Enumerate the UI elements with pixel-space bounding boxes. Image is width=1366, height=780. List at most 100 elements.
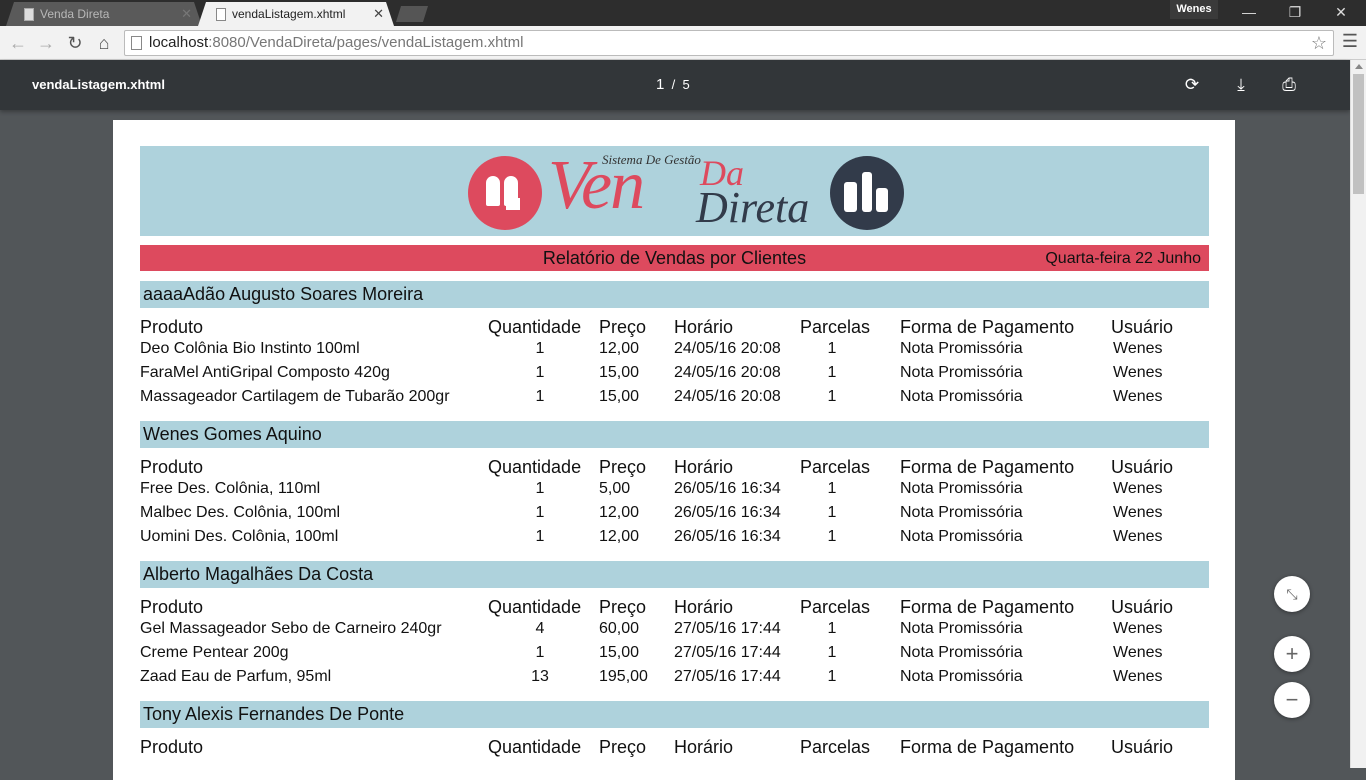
table-cell: Nota Promissória <box>900 340 1023 357</box>
page-icon <box>24 8 34 21</box>
client-name: Wenes Gomes Aquino <box>143 424 322 444</box>
bottles-icon <box>830 156 904 230</box>
url-text: localhost:8080/VendaDireta/pages/vendaLi… <box>149 34 524 51</box>
address-bar[interactable]: localhost:8080/VendaDireta/pages/vendaLi… <box>124 30 1334 56</box>
table-cell: 1 <box>535 364 545 381</box>
print-icon[interactable]: ⎙ <box>1277 73 1301 97</box>
close-icon[interactable]: ✕ <box>181 2 192 26</box>
column-header: Horário <box>674 317 734 337</box>
page-icon <box>131 36 142 50</box>
column-header: Forma de Pagamento <box>900 597 1075 617</box>
table-cell: 24/05/16 20:08 <box>674 364 781 381</box>
table-cell: 1 <box>535 644 545 661</box>
table-cell: 1 <box>827 620 837 637</box>
table-cell: Nota Promissória <box>900 388 1023 405</box>
reload-icon[interactable]: ↻ <box>63 31 87 55</box>
table-cell: 1 <box>535 388 545 405</box>
close-window-icon[interactable]: ✕ <box>1318 0 1364 26</box>
column-header: Quantidade <box>488 737 582 757</box>
rotate-icon[interactable]: ⟳ <box>1180 73 1204 97</box>
scrollbar[interactable] <box>1350 60 1366 768</box>
new-tab-button[interactable] <box>396 6 428 22</box>
table-cell: Free Des. Colônia, 110ml <box>140 480 321 497</box>
table-cell: 12,00 <box>599 504 640 521</box>
table-cell: Wenes <box>1113 644 1163 661</box>
close-icon[interactable]: ✕ <box>373 2 384 26</box>
page-icon <box>216 8 226 21</box>
table-cell: Zaad Eau de Parfum, 95ml <box>140 668 332 685</box>
column-header: Preço <box>599 457 647 477</box>
client-name: aaaaAdão Augusto Soares Moreira <box>143 284 424 304</box>
current-page[interactable]: 1 <box>656 76 664 93</box>
profile-button[interactable]: Wenes <box>1170 0 1218 19</box>
logo-banner: Ven Sistema De Gestão Da Direta <box>140 146 1209 236</box>
table-cell: 1 <box>535 480 545 497</box>
page-indicator: 1 / 5 <box>656 76 690 93</box>
table-cell: 1 <box>827 504 837 521</box>
scroll-up-icon[interactable] <box>1355 64 1363 69</box>
tab-venda-direta[interactable]: Venda Direta ✕ <box>6 2 202 26</box>
table-cell: Gel Massageador Sebo de Carneiro 240gr <box>140 620 442 637</box>
table-cell: 1 <box>827 480 837 497</box>
client-name: Alberto Magalhães Da Costa <box>143 564 374 584</box>
tab-strip: Venda Direta ✕ vendaListagem.xhtml ✕ Wen… <box>0 0 1366 26</box>
table-cell: FaraMel AntiGripal Composto 420g <box>140 364 390 381</box>
client-group-header: aaaaAdão Augusto Soares Moreira <box>140 281 1209 308</box>
table-cell: Nota Promissória <box>900 644 1023 661</box>
home-icon[interactable]: ⌂ <box>92 31 116 55</box>
table-cell: 27/05/16 17:44 <box>674 644 781 661</box>
client-group-header: Wenes Gomes Aquino <box>140 421 1209 448</box>
table-cell: Malbec Des. Colônia, 100ml <box>140 504 341 521</box>
column-header: Parcelas <box>800 597 871 617</box>
table-cell: 15,00 <box>599 364 640 381</box>
table-cell: Wenes <box>1113 528 1163 545</box>
menu-icon[interactable]: ☰ <box>1342 31 1358 52</box>
table-cell: 12,00 <box>599 528 640 545</box>
table-cell: 26/05/16 16:34 <box>674 480 781 497</box>
column-header: Usuário <box>1111 317 1174 337</box>
table-cell: 27/05/16 17:44 <box>674 668 781 685</box>
table-cell: Wenes <box>1113 364 1163 381</box>
table-cell: 15,00 <box>599 644 640 661</box>
bookmark-star-icon[interactable]: ☆ <box>1311 31 1327 55</box>
table-cell: 26/05/16 16:34 <box>674 504 781 521</box>
table-cell: 1 <box>827 528 837 545</box>
logo-text-direta: Direta <box>696 183 810 232</box>
table-cell: Massageador Cartilagem de Tubarão 200gr <box>140 388 450 405</box>
table-cell: 5,00 <box>599 480 631 497</box>
table-cell: Wenes <box>1113 504 1163 521</box>
table-cell: 15,00 <box>599 388 640 405</box>
table-cell: 1 <box>827 668 837 685</box>
table-cell: 1 <box>535 504 545 521</box>
table-cell: Nota Promissória <box>900 480 1023 497</box>
table-cell: 1 <box>535 528 545 545</box>
scrollbar-thumb[interactable] <box>1353 74 1364 194</box>
back-icon[interactable]: ← <box>6 31 30 55</box>
table-cell: 24/05/16 20:08 <box>674 340 781 357</box>
column-header: Preço <box>599 317 647 337</box>
pdf-title: vendaListagem.xhtml <box>32 77 165 92</box>
zoom-out-icon[interactable]: − <box>1274 682 1310 718</box>
minimize-icon[interactable]: — <box>1226 0 1272 26</box>
restore-icon[interactable]: ❐ <box>1272 0 1318 26</box>
zoom-in-icon[interactable]: + <box>1274 636 1310 672</box>
column-header: Produto <box>140 457 204 477</box>
column-header: Usuário <box>1111 457 1174 477</box>
column-header: Produto <box>140 317 204 337</box>
logo-tagline: Sistema De Gestão <box>602 152 701 167</box>
table-cell: 4 <box>535 620 545 637</box>
table-cell: Creme Pentear 200g <box>140 644 289 661</box>
forward-icon[interactable]: → <box>34 31 58 55</box>
download-icon[interactable]: ⤓ <box>1229 73 1253 97</box>
tab-venda-listagem[interactable]: vendaListagem.xhtml ✕ <box>198 2 394 26</box>
table-cell: 12,00 <box>599 340 640 357</box>
column-header: Horário <box>674 597 734 617</box>
handshake-icon <box>468 156 542 230</box>
column-header: Quantidade <box>488 597 582 617</box>
browser-toolbar: ← → ↻ ⌂ localhost:8080/VendaDireta/pages… <box>0 26 1366 60</box>
tab-title: Venda Direta <box>40 7 110 21</box>
table-cell: Nota Promissória <box>900 668 1023 685</box>
table-cell: Wenes <box>1113 620 1163 637</box>
fit-to-page-icon[interactable]: ⤡ <box>1274 576 1310 612</box>
column-header: Quantidade <box>488 457 582 477</box>
